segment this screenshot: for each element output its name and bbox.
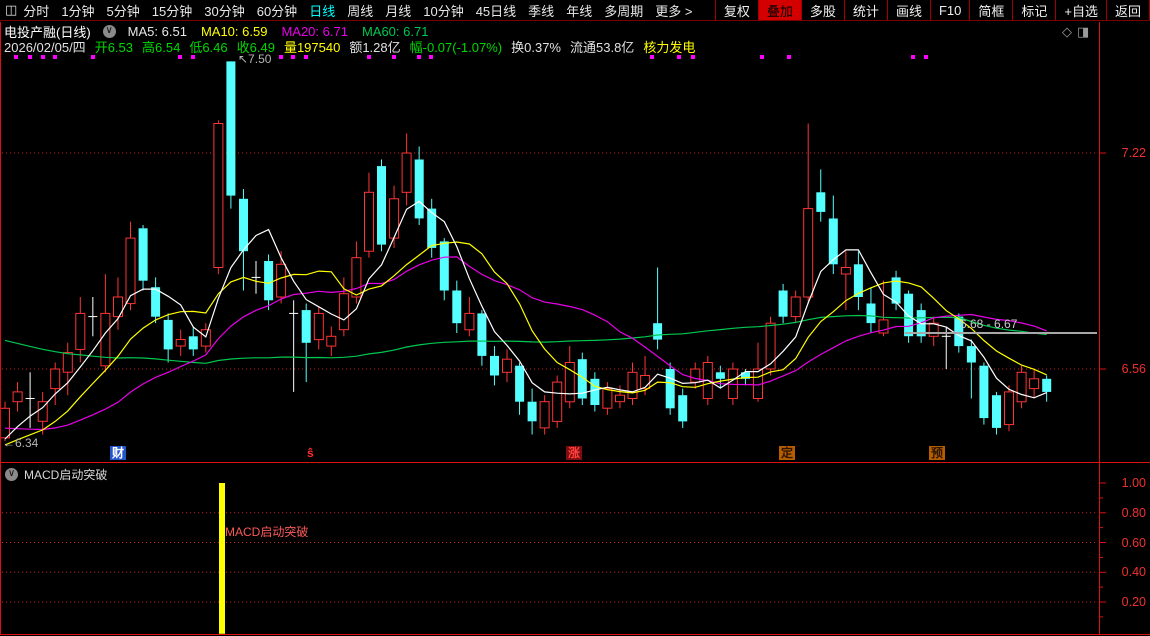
macd-signal-text: MACD启动突破 — [225, 523, 308, 540]
event-dot — [392, 55, 396, 59]
event-dot — [677, 55, 681, 59]
event-dot — [691, 55, 695, 59]
event-marker-badge[interactable]: ŝ — [305, 446, 316, 460]
event-dot — [178, 55, 182, 59]
trading-app-window: { "colors": { "up": "#ff3434", "down": "… — [0, 0, 1150, 636]
ma-line-20 — [5, 257, 1047, 430]
macd-axis-label: 0.60 — [1102, 536, 1146, 550]
event-dot — [291, 55, 295, 59]
event-dot — [304, 55, 308, 59]
macd-axis-label: 0.80 — [1102, 506, 1146, 520]
event-dot — [91, 55, 95, 59]
macd-panel-header: ∨ MACD启动突破 — [5, 466, 107, 483]
event-dot — [14, 55, 18, 59]
macd-axis-label: 1.00 — [1102, 476, 1146, 490]
event-marker-badge[interactable]: 涨 — [566, 446, 582, 460]
event-dot — [650, 55, 654, 59]
event-marker-badge[interactable]: 财 — [110, 446, 126, 460]
event-dot — [191, 55, 195, 59]
event-dot — [279, 55, 283, 59]
ma-line-60 — [5, 316, 1047, 364]
chevron-down-circle-icon[interactable]: ∨ — [5, 468, 18, 481]
event-dot — [367, 55, 371, 59]
macd-axis-label: 0.20 — [1102, 595, 1146, 609]
event-dot — [417, 55, 421, 59]
event-dot — [924, 55, 928, 59]
price-level-label: 6.68 - 6.67 — [960, 317, 1017, 331]
price-axis-label: 7.22 — [1102, 146, 1146, 160]
low-price-label: ←6.34 — [3, 436, 38, 450]
event-marker-badge[interactable]: 预 — [929, 446, 945, 460]
ma-line-5 — [5, 201, 1047, 439]
price-axis-label: 6.56 — [1102, 362, 1146, 376]
candles-group — [1, 61, 1052, 441]
high-price-label: ↖7.50 — [238, 52, 271, 66]
ma-line-10 — [5, 242, 1047, 445]
macd-panel-title: MACD启动突破 — [24, 466, 107, 483]
event-dot — [53, 55, 57, 59]
signal-bar — [219, 483, 225, 634]
event-dot — [28, 55, 32, 59]
event-dot — [41, 55, 45, 59]
event-dot — [429, 55, 433, 59]
event-dot — [760, 55, 764, 59]
event-marker-badge[interactable]: 定 — [779, 446, 795, 460]
event-dot — [911, 55, 915, 59]
event-dot — [787, 55, 791, 59]
macd-axis-label: 0.40 — [1102, 565, 1146, 579]
